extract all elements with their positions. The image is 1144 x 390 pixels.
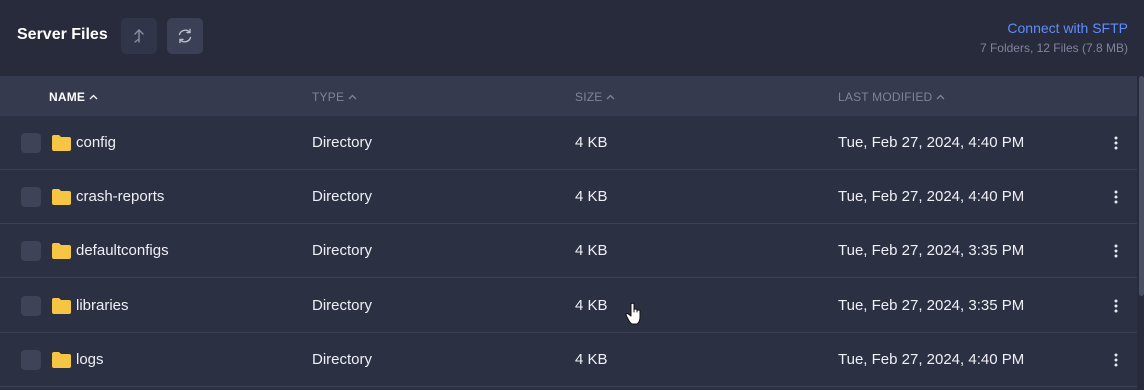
- files-table: NAME TYPE SIZE LAST MODIFIED config Dire…: [0, 76, 1137, 390]
- column-header-type[interactable]: TYPE: [312, 90, 357, 104]
- file-name[interactable]: defaultconfigs: [76, 242, 169, 259]
- page-title: Server Files: [17, 26, 108, 43]
- folder-icon: [52, 189, 71, 205]
- folder-icon: [52, 243, 71, 259]
- files-summary: 7 Folders, 12 Files (7.8 MB): [979, 41, 1128, 55]
- table-row[interactable]: defaultconfigs Directory 4 KB Tue, Feb 2…: [0, 224, 1137, 278]
- column-label-modified: LAST MODIFIED: [838, 90, 933, 104]
- upload-button[interactable]: [121, 18, 157, 54]
- row-menu-button[interactable]: [1108, 187, 1124, 207]
- file-name[interactable]: libraries: [76, 297, 129, 314]
- column-header-size[interactable]: SIZE: [575, 90, 615, 104]
- refresh-icon: [178, 28, 192, 44]
- connect-sftp-link[interactable]: Connect with SFTP: [1007, 20, 1128, 36]
- row-checkbox[interactable]: [21, 133, 41, 153]
- chevron-up-icon: [89, 94, 98, 100]
- kebab-menu-icon: [1114, 244, 1118, 258]
- folder-icon: [52, 298, 71, 314]
- row-checkbox[interactable]: [21, 296, 41, 316]
- file-type: Directory: [312, 242, 373, 259]
- table-row[interactable]: logs Directory 4 KB Tue, Feb 27, 2024, 4…: [0, 333, 1137, 387]
- file-size: 4 KB: [575, 297, 608, 314]
- column-header-name[interactable]: NAME: [49, 90, 98, 104]
- kebab-menu-icon: [1114, 190, 1118, 204]
- files-header: Server Files Connect with SFTP 7 Folders…: [0, 0, 1144, 76]
- kebab-menu-icon: [1114, 136, 1118, 150]
- chevron-up-icon: [348, 94, 357, 100]
- file-name[interactable]: logs: [76, 351, 104, 368]
- kebab-menu-icon: [1114, 299, 1118, 313]
- upload-icon: [134, 29, 144, 43]
- file-type: Directory: [312, 188, 373, 205]
- file-modified: Tue, Feb 27, 2024, 4:40 PM: [838, 134, 1025, 151]
- table-row[interactable]: libraries Directory 4 KB Tue, Feb 27, 20…: [0, 279, 1137, 333]
- file-modified: Tue, Feb 27, 2024, 3:35 PM: [838, 242, 1025, 259]
- table-row[interactable]: crash-reports Directory 4 KB Tue, Feb 27…: [0, 170, 1137, 224]
- chevron-up-icon: [936, 94, 945, 100]
- column-label-type: TYPE: [312, 90, 345, 104]
- row-menu-button[interactable]: [1108, 241, 1124, 261]
- file-size: 4 KB: [575, 351, 608, 368]
- file-size: 4 KB: [575, 242, 608, 259]
- file-modified: Tue, Feb 27, 2024, 4:40 PM: [838, 351, 1025, 368]
- file-type: Directory: [312, 297, 373, 314]
- file-type: Directory: [312, 134, 373, 151]
- file-size: 4 KB: [575, 188, 608, 205]
- column-header-modified[interactable]: LAST MODIFIED: [838, 90, 945, 104]
- column-label-name: NAME: [49, 90, 86, 104]
- file-name[interactable]: crash-reports: [76, 188, 164, 205]
- table-header: NAME TYPE SIZE LAST MODIFIED: [0, 76, 1137, 116]
- row-menu-button[interactable]: [1108, 133, 1124, 153]
- row-menu-button[interactable]: [1108, 350, 1124, 370]
- kebab-menu-icon: [1114, 353, 1118, 367]
- row-checkbox[interactable]: [21, 187, 41, 207]
- row-checkbox[interactable]: [21, 241, 41, 261]
- column-label-size: SIZE: [575, 90, 603, 104]
- file-modified: Tue, Feb 27, 2024, 3:35 PM: [838, 297, 1025, 314]
- hand-cursor-icon: [625, 302, 641, 325]
- folder-icon: [52, 352, 71, 368]
- table-row[interactable]: config Directory 4 KB Tue, Feb 27, 2024,…: [0, 116, 1137, 170]
- row-checkbox[interactable]: [21, 350, 41, 370]
- refresh-button[interactable]: [167, 18, 203, 54]
- file-type: Directory: [312, 351, 373, 368]
- file-size: 4 KB: [575, 134, 608, 151]
- scrollbar[interactable]: [1139, 76, 1144, 296]
- chevron-up-icon: [607, 94, 615, 100]
- folder-icon: [52, 135, 71, 151]
- row-menu-button[interactable]: [1108, 296, 1124, 316]
- file-name[interactable]: config: [76, 134, 116, 151]
- file-modified: Tue, Feb 27, 2024, 4:40 PM: [838, 188, 1025, 205]
